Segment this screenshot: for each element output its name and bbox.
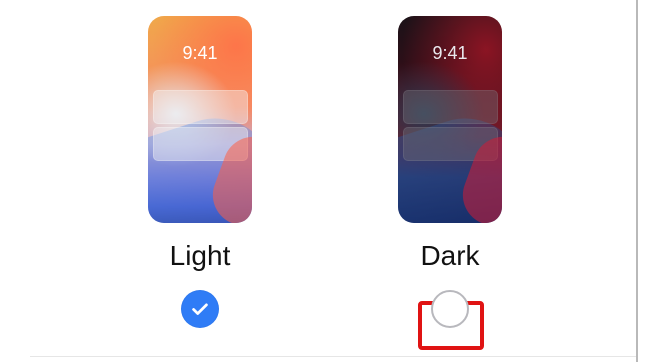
dark-preview-widget-2 <box>403 127 498 161</box>
light-preview-widget-2 <box>153 127 248 161</box>
light-preview-time: 9:41 <box>182 43 218 63</box>
dark-option-label: Dark <box>420 240 480 271</box>
dark-preview-phone: 9:41 <box>398 16 502 223</box>
light-preview-widget-1 <box>153 90 248 124</box>
light-option-label: Light <box>169 240 231 271</box>
dark-appearance-option[interactable]: 9:41 Dark <box>350 16 550 356</box>
checkmark-icon <box>192 303 208 315</box>
light-selector-row[interactable] <box>100 287 300 331</box>
checkmark-circle-icon[interactable] <box>181 290 219 328</box>
scrollbar[interactable] <box>636 0 638 362</box>
light-appearance-option[interactable]: 9:41 Light <box>100 16 300 356</box>
appearance-picker: 9:41 Light 9:41 Dark <box>0 0 649 362</box>
dark-selector-row[interactable] <box>350 287 550 350</box>
bottom-divider <box>30 356 636 357</box>
dark-preview-time: 9:41 <box>432 43 468 63</box>
light-preview-phone: 9:41 <box>148 16 252 223</box>
dark-preview-widget-1 <box>403 90 498 124</box>
empty-radio-icon[interactable] <box>431 290 469 328</box>
